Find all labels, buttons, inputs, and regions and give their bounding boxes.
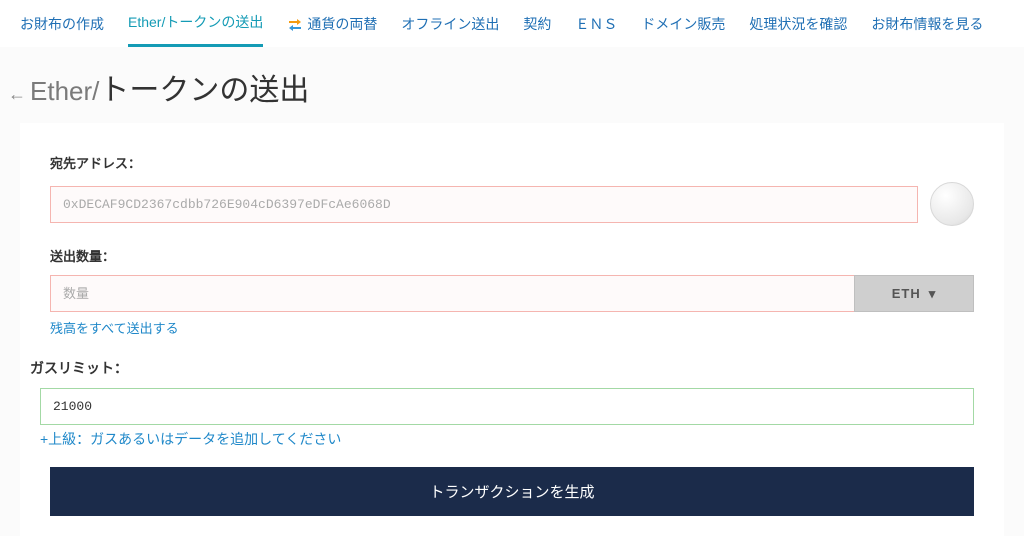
main-nav: お財布の作成 Ether/トークンの送出 通貨の両替 オフライン送出 契約 ＥＮ…	[0, 0, 1024, 47]
gas-limit-input[interactable]	[40, 388, 974, 425]
advanced-options-link[interactable]: +上級：ガスあるいはデータを追加してください	[40, 429, 341, 449]
nav-exchange-label: 通貨の両替	[307, 14, 377, 34]
gas-section: ガスリミット： +上級：ガスあるいはデータを追加してください	[40, 358, 974, 467]
nav-send-ether[interactable]: Ether/トークンの送出	[128, 12, 263, 47]
amount-input-row: ETH ▾	[50, 275, 974, 312]
page-title-row: ← Ether/トークンの送出	[0, 47, 1024, 123]
amount-label: 送出数量：	[50, 246, 974, 265]
address-field-row: 宛先アドレス：	[50, 153, 974, 226]
address-input[interactable]	[50, 186, 918, 223]
nav-contract[interactable]: 契約	[523, 14, 551, 46]
currency-dropdown[interactable]: ETH ▾	[854, 275, 974, 312]
nav-offline-send[interactable]: オフライン送出	[401, 14, 499, 46]
send-all-link[interactable]: 残高をすべて送出する	[50, 318, 179, 337]
page-title-prefix: Ether/	[30, 76, 99, 106]
gas-label: ガスリミット：	[30, 358, 974, 378]
address-label: 宛先アドレス：	[50, 153, 974, 172]
nav-view-wallet[interactable]: お財布情報を見る	[871, 14, 983, 46]
address-input-row	[50, 182, 974, 226]
nav-domain-sale[interactable]: ドメイン販売	[641, 14, 725, 46]
nav-create-wallet[interactable]: お財布の作成	[20, 14, 104, 46]
exchange-icon	[287, 17, 303, 31]
send-panel: 宛先アドレス： 送出数量： ETH ▾ 残高をすべて送出する ガスリミット： +…	[20, 123, 1004, 536]
page-title: Ether/トークンの送出	[30, 65, 309, 109]
back-arrow-icon[interactable]: ←	[8, 84, 26, 105]
generate-transaction-button[interactable]: トランザクションを生成	[50, 467, 974, 516]
currency-label: ETH	[892, 286, 921, 301]
chevron-down-icon: ▾	[929, 286, 937, 302]
nav-exchange[interactable]: 通貨の両替	[287, 14, 377, 46]
nav-ens[interactable]: ＥＮＳ	[575, 14, 617, 46]
amount-input[interactable]	[50, 275, 854, 312]
amount-field-row: 送出数量： ETH ▾ 残高をすべて送出する	[50, 246, 974, 338]
nav-tx-status[interactable]: 処理状況を確認	[749, 14, 847, 46]
address-identicon-icon	[930, 182, 974, 226]
page-title-main: トークンの送出	[99, 74, 309, 107]
